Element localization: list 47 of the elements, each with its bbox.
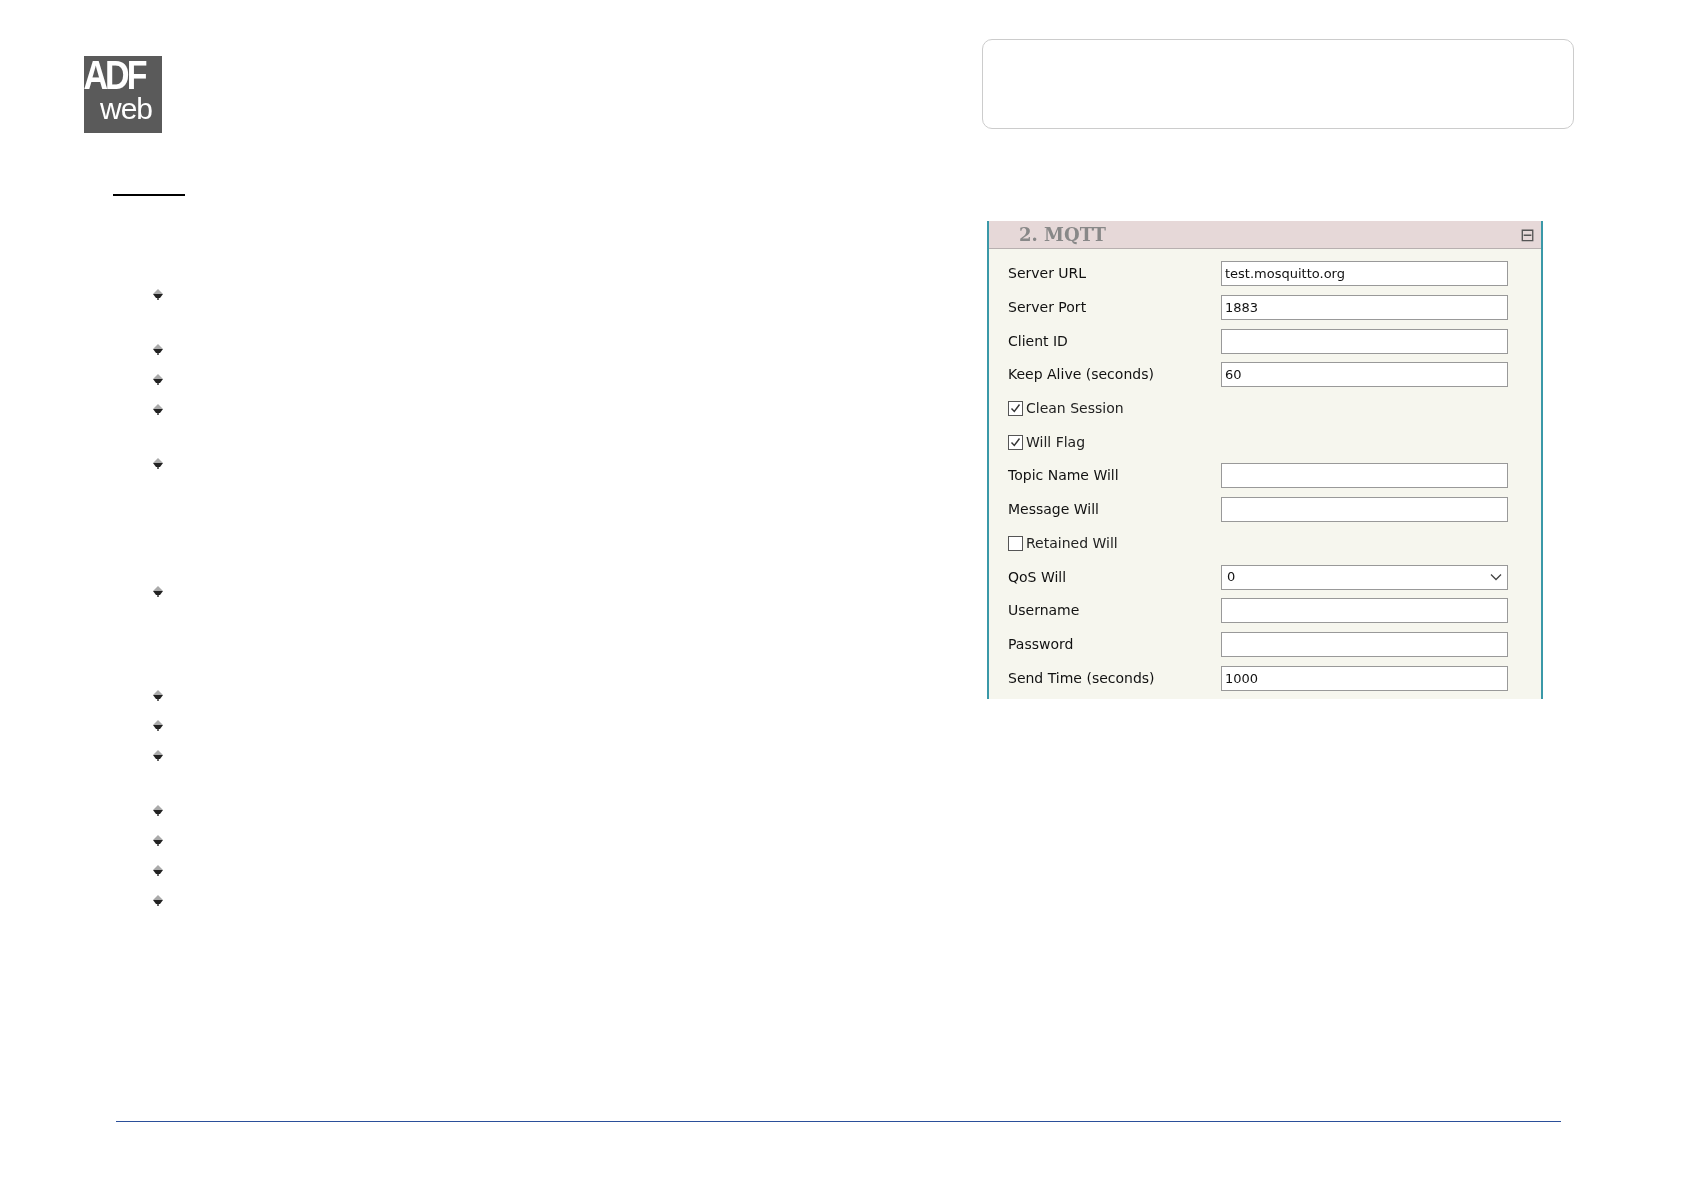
dropdown[interactable]: 0 — [1221, 564, 1508, 590]
input-field[interactable] — [1221, 328, 1508, 354]
input-field[interactable] — [1221, 598, 1508, 624]
checkbox[interactable] — [1008, 535, 1023, 551]
field-label: Topic Name Will — [1008, 466, 1120, 486]
logo-text: web — [99, 94, 152, 124]
input-field[interactable]: test.mosquitto.org — [1221, 261, 1508, 287]
checkmark-icon — [1010, 436, 1021, 448]
bullet-icon — [152, 719, 164, 731]
input-field[interactable]: 60 — [1221, 362, 1508, 388]
bullet-icon — [152, 689, 164, 701]
bullet-icon — [152, 288, 164, 300]
collapse-button[interactable]: ⊟ — [1519, 225, 1535, 244]
field-label: Username — [1008, 601, 1081, 621]
field-label: Message Will — [1008, 500, 1100, 520]
checkbox-label: Will Flag — [1026, 432, 1086, 452]
bullet-icon — [152, 457, 164, 469]
field-label: Keep Alive (seconds) — [1008, 365, 1155, 385]
bullet-icon — [152, 864, 164, 876]
checkmark-icon — [1010, 403, 1021, 415]
field-label: Server Port — [1008, 298, 1088, 318]
bullet-icon — [152, 894, 164, 906]
field-label: Server URL — [1008, 264, 1088, 284]
field-label: QoS Will — [1008, 567, 1068, 587]
bullet-icon — [152, 749, 164, 761]
input-field[interactable] — [1221, 497, 1508, 523]
field-label: Client ID — [1008, 331, 1069, 351]
dropdown-value: 0 — [1227, 568, 1236, 587]
panel-title: 2. MQTT — [1019, 223, 1106, 247]
bullet-icon — [152, 804, 164, 816]
input-field[interactable]: 1000 — [1221, 665, 1508, 691]
checkbox[interactable] — [1008, 434, 1023, 450]
input-field[interactable] — [1221, 463, 1508, 489]
input-field[interactable] — [1221, 631, 1508, 657]
checkbox[interactable] — [1008, 401, 1023, 417]
chevron-down-icon — [1490, 573, 1502, 582]
bullet-icon — [152, 343, 164, 355]
checkbox-label: Clean Session — [1026, 399, 1124, 419]
bullet-icon — [152, 403, 164, 415]
field-label: Send Time (seconds) — [1008, 668, 1156, 688]
logo-text: ADF — [83, 54, 145, 96]
bullet-icon — [152, 834, 164, 846]
field-label: Password — [1008, 634, 1075, 654]
bullet-icon — [152, 585, 164, 597]
bullet-icon — [152, 373, 164, 385]
checkbox-label: Retained Will — [1026, 533, 1118, 553]
input-field[interactable]: 1883 — [1221, 295, 1508, 321]
